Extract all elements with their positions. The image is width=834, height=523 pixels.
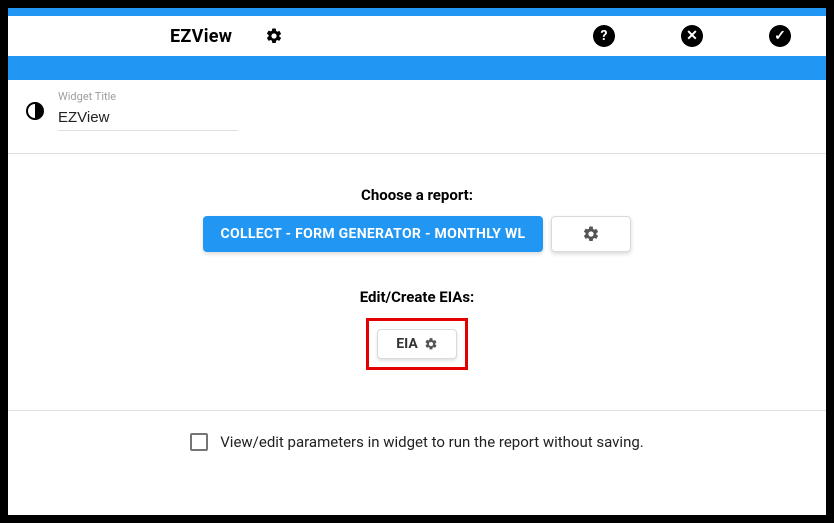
header: EZView ? ✕ ✓	[8, 16, 826, 56]
confirm-icon[interactable]: ✓	[766, 22, 794, 50]
widget-config-row: Widget Title	[8, 80, 826, 154]
sub-header-bar	[8, 56, 826, 80]
edit-eias-label: Edit/Create EIAs:	[8, 288, 826, 306]
widget-title-input[interactable]	[58, 105, 238, 131]
content-area: Choose a report: COLLECT - FORM GENERATO…	[8, 154, 826, 451]
contrast-icon[interactable]	[26, 102, 44, 120]
section-divider	[8, 410, 826, 411]
dialog-frame: EZView ? ✕ ✓ Widget Title Choose a repor…	[8, 8, 826, 515]
choose-report-label: Choose a report:	[8, 186, 826, 204]
widget-title-label: Widget Title	[58, 90, 238, 103]
report-settings-button[interactable]	[551, 216, 631, 252]
params-checkbox-label: View/edit parameters in widget to run th…	[220, 433, 643, 451]
close-icon[interactable]: ✕	[678, 22, 706, 50]
gear-icon	[424, 337, 438, 351]
report-select-button[interactable]: COLLECT - FORM GENERATOR - MONTHLY WL	[203, 216, 544, 252]
widget-title-field: Widget Title	[58, 90, 238, 131]
app-title: EZView	[170, 26, 232, 47]
params-checkbox[interactable]	[190, 433, 208, 451]
settings-icon[interactable]	[260, 22, 288, 50]
help-icon[interactable]: ?	[590, 22, 618, 50]
params-checkbox-row: View/edit parameters in widget to run th…	[8, 433, 826, 451]
eia-button-label: EIA	[396, 336, 418, 352]
eia-button[interactable]: EIA	[377, 329, 457, 359]
gear-icon	[582, 225, 600, 243]
eia-highlight-box: EIA	[366, 318, 468, 370]
top-accent-bar	[8, 8, 826, 16]
